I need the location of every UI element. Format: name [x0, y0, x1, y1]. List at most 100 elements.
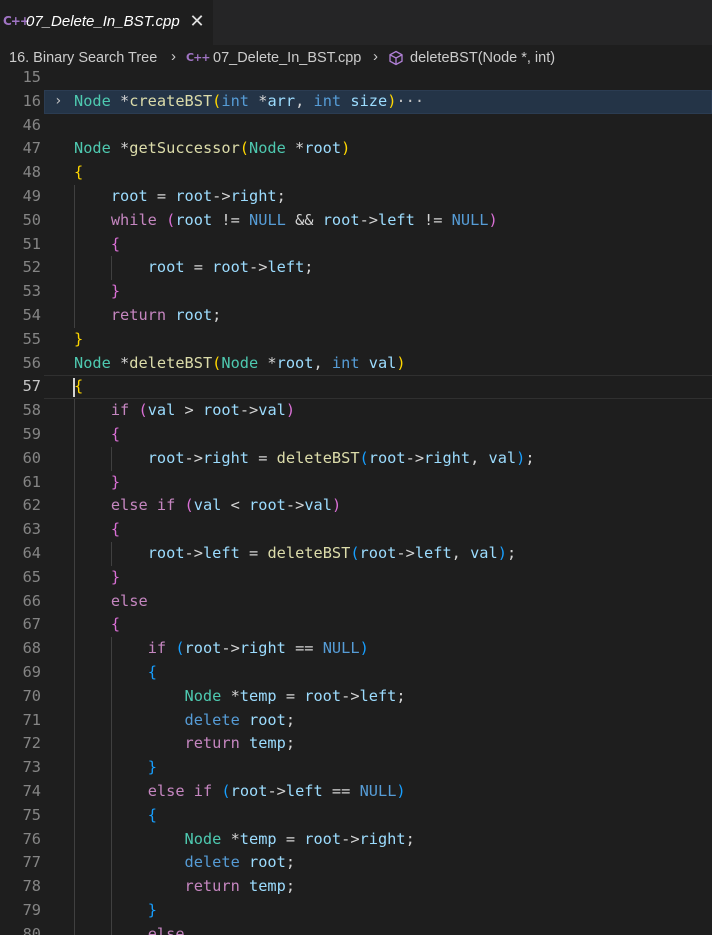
code-line[interactable]: 75 {: [0, 804, 712, 828]
code-text: if (root->right == NULL): [74, 637, 369, 661]
code-line[interactable]: 53 }: [0, 280, 712, 304]
code-token: {: [147, 663, 157, 681]
code-line[interactable]: 66 else: [0, 590, 712, 614]
code-line[interactable]: 64 root->left = deleteBST(root->left, va…: [0, 542, 712, 566]
code-token: deleteBST: [267, 544, 351, 562]
code-line[interactable]: 50 while (root != NULL && root->left != …: [0, 209, 712, 233]
code-token: ): [516, 448, 526, 467]
code-line[interactable]: 69 {: [0, 661, 712, 685]
line-number: 46: [22, 115, 41, 134]
folded-ellipsis[interactable]: ···: [396, 92, 424, 110]
code-line[interactable]: 46: [0, 114, 712, 138]
code-line[interactable]: 57 {: [0, 375, 712, 399]
code-token: }: [147, 758, 157, 777]
code-line[interactable]: 55}: [0, 328, 712, 352]
code-line[interactable]: 72 return temp;: [0, 732, 712, 756]
code-token: *: [249, 91, 268, 110]
chevron-right-icon: ›: [373, 48, 378, 65]
code-line[interactable]: 56 Node *deleteBST(Node *root, int val): [0, 352, 712, 376]
line-number: 74: [22, 782, 41, 800]
code-line[interactable]: 73 }: [0, 756, 712, 780]
code-line[interactable]: 59 {: [0, 423, 712, 447]
code-line[interactable]: 68 if (root->right == NULL): [0, 637, 712, 661]
code-token: getSuccessor: [129, 139, 240, 158]
code-text: {: [74, 518, 120, 542]
code-token: return: [110, 306, 167, 324]
code-line[interactable]: 80 else: [0, 923, 712, 935]
code-token: NULL: [249, 210, 286, 229]
symbol-method-icon: [389, 50, 403, 66]
code-token: root: [202, 401, 240, 420]
line-number: 56: [22, 353, 41, 372]
code-token: Node: [184, 686, 222, 705]
close-icon[interactable]: ✕: [188, 11, 206, 33]
code-token: >: [175, 401, 203, 420]
line-number: 58: [22, 401, 41, 420]
code-line[interactable]: 16 › Node *createBST(int *arr, int size)··…: [0, 90, 712, 114]
code-line[interactable]: 76 Node *temp = root->right;: [0, 828, 712, 852]
code-text: }: [74, 566, 120, 590]
code-line[interactable]: 60 root->right = deleteBST(root->right, …: [0, 447, 712, 471]
breadcrumb-file[interactable]: 07_Delete_In_BST.cpp: [213, 50, 361, 66]
code-line[interactable]: 74 else if (root->left == NULL): [0, 780, 712, 804]
code-text: return temp;: [74, 732, 296, 756]
code-token: Node: [249, 139, 286, 158]
code-line[interactable]: 78 return temp;: [0, 875, 712, 899]
line-number: 59: [22, 425, 41, 443]
code-text: Node *createBST(int *arr, int size)···: [74, 90, 424, 114]
line-number: 79: [22, 901, 41, 919]
code-token: while: [110, 210, 157, 229]
code-token: ->: [221, 639, 240, 658]
code-line[interactable]: 15: [0, 66, 712, 90]
code-line[interactable]: 47 Node *getSuccessor(Node *root): [0, 137, 712, 161]
code-line[interactable]: 77 delete root;: [0, 851, 712, 875]
code-token: delete: [184, 710, 240, 729]
code-line[interactable]: 58 if (val > root->val): [0, 399, 712, 423]
code-token: *: [110, 91, 130, 110]
code-line[interactable]: 65 }: [0, 566, 712, 590]
breadcrumb-symbol[interactable]: deleteBST(Node *, int): [410, 50, 555, 66]
code-text: return temp;: [74, 875, 296, 899]
code-token: if: [110, 401, 130, 420]
code-line[interactable]: 79 }: [0, 899, 712, 923]
line-number: 64: [22, 544, 41, 562]
code-line[interactable]: 51 {: [0, 233, 712, 257]
code-token: ;: [405, 829, 415, 848]
fold-chevron-icon[interactable]: ›: [54, 90, 62, 114]
code-line[interactable]: 70 Node *temp = root->left;: [0, 685, 712, 709]
code-line[interactable]: 49 root = root->right;: [0, 185, 712, 209]
code-editor[interactable]: 15 16 › Node *createBST(int *arr, int size)…: [0, 68, 712, 935]
breadcrumb-folder[interactable]: 16. Binary Search Tree: [9, 50, 157, 66]
code-line[interactable]: 67 {: [0, 613, 712, 637]
code-token: {: [110, 234, 121, 253]
line-number: 80: [22, 924, 41, 935]
code-line[interactable]: 62 else if (val < root->val): [0, 494, 712, 518]
code-token: createBST: [129, 91, 213, 110]
indent-guide: [110, 256, 112, 281]
code-line[interactable]: 61 }: [0, 471, 712, 495]
code-line[interactable]: 54 return root;: [0, 304, 712, 328]
code-token: ,: [470, 448, 489, 467]
code-text: {: [74, 423, 120, 447]
code-text: root->left = deleteBST(root->left, val);: [74, 542, 516, 566]
code-token: {: [74, 377, 84, 396]
code-token: Node: [74, 91, 111, 110]
code-token: NULL: [322, 639, 360, 658]
editor-tab-active[interactable]: C++ 07_Delete_In_BST.cpp ✕: [0, 0, 213, 45]
code-text: Node *temp = root->right;: [74, 828, 415, 852]
code-token: (: [239, 139, 249, 158]
code-line[interactable]: 48 {: [0, 161, 712, 185]
code-text: }: [74, 899, 157, 923]
code-line[interactable]: 71 delete root;: [0, 709, 712, 733]
line-number: 67: [22, 615, 41, 634]
code-line[interactable]: 52 root = root->left;: [0, 256, 712, 280]
code-line[interactable]: 63 {: [0, 518, 712, 542]
code-token: NULL: [359, 782, 397, 800]
